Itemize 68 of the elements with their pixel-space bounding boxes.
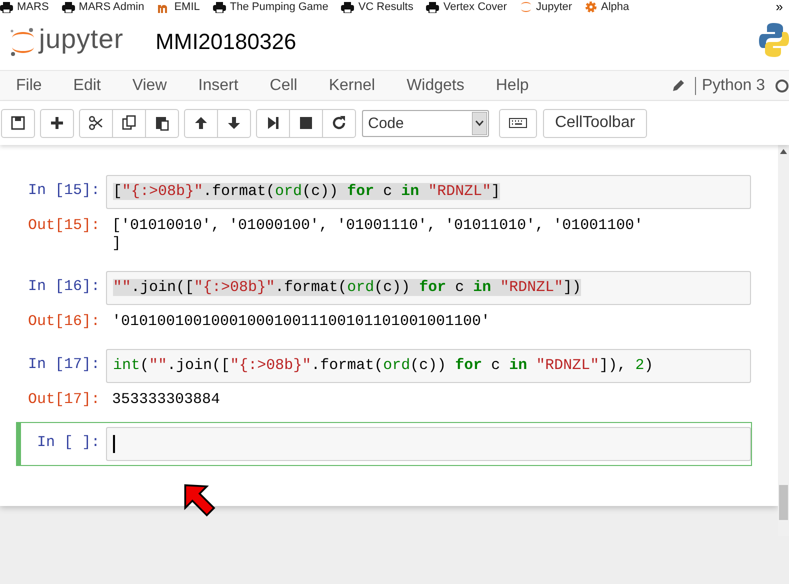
code-input[interactable]: ["{:>08b}".format(ord(c)) for c in "RDNZL"] bbox=[106, 175, 751, 209]
menu-item[interactable]: View bbox=[132, 76, 167, 94]
cell-output: '0101001001000100010011100101101001001100' bbox=[111, 313, 490, 331]
code-input[interactable] bbox=[106, 427, 751, 461]
arrow-down-button[interactable] bbox=[217, 108, 251, 138]
keyboard-button[interactable] bbox=[499, 108, 537, 138]
bookmark-link[interactable]: VC Results bbox=[341, 0, 414, 14]
menu-item[interactable]: Insert bbox=[198, 76, 238, 94]
menu-item[interactable]: Kernel bbox=[328, 76, 376, 94]
plus-icon bbox=[49, 115, 65, 131]
save-button[interactable] bbox=[1, 108, 35, 138]
cell-output: ['01010010', '01000100', '01001110', '01011010', '01001100' ] bbox=[111, 217, 644, 253]
bookmark-link[interactable]: Alpha bbox=[585, 0, 630, 14]
kernel-name: Python 3 bbox=[694, 76, 765, 94]
code-input[interactable]: int("".join(["{:>08b}".format(ord(c)) for c in "RDNZL"]), 2) bbox=[106, 349, 751, 383]
bookmark-link[interactable]: MARS bbox=[0, 0, 49, 14]
input-prompt: In [ ]: bbox=[36, 433, 101, 451]
menu-item[interactable]: Cell bbox=[270, 76, 298, 94]
scroll-up-arrow-icon[interactable] bbox=[780, 149, 787, 154]
arrow-up-button[interactable] bbox=[184, 108, 218, 138]
scissors-button[interactable] bbox=[79, 108, 113, 138]
bookmark-link[interactable]: The Pumping Game bbox=[212, 0, 328, 14]
refresh-button[interactable] bbox=[322, 108, 356, 138]
menu-item[interactable]: Widgets bbox=[406, 76, 464, 94]
copy-icon bbox=[121, 115, 137, 131]
celltoolbar-button[interactable]: CellToolbar bbox=[543, 108, 648, 138]
stop-icon bbox=[298, 115, 314, 131]
paste-button[interactable] bbox=[145, 108, 179, 138]
output-prompt: Out[15]: bbox=[26, 217, 101, 234]
notebook-title[interactable]: MMI20180326 bbox=[156, 29, 296, 55]
paste-icon bbox=[154, 115, 170, 131]
selected-cell[interactable]: In [ ]: bbox=[16, 422, 752, 466]
caret-icon bbox=[472, 112, 487, 134]
code-input[interactable]: "".join(["{:>08b}".format(ord(c)) for c in "RDNZL"]) bbox=[106, 271, 751, 305]
python-logo-icon bbox=[759, 22, 789, 56]
cell-output: 353333303884 bbox=[111, 391, 220, 409]
bookmark-link[interactable]: EMIL bbox=[157, 0, 200, 14]
input-prompt: In [17]: bbox=[26, 355, 101, 373]
bookmark-link[interactable]: Vertex Cover bbox=[426, 0, 507, 14]
menu-item[interactable]: Help bbox=[496, 76, 529, 94]
scissors-icon bbox=[88, 115, 104, 131]
more-bookmarks-button[interactable]: » bbox=[776, 0, 783, 14]
pencil-icon[interactable] bbox=[670, 78, 685, 92]
refresh-icon bbox=[331, 115, 347, 131]
copy-button[interactable] bbox=[112, 108, 146, 138]
input-prompt: In [15]: bbox=[26, 181, 101, 199]
cell-type-dropdown[interactable]: Code bbox=[362, 110, 489, 136]
jupyter-logo-icon bbox=[520, 1, 532, 13]
menu-item[interactable]: Edit bbox=[73, 76, 101, 94]
input-prompt: In [16]: bbox=[26, 277, 101, 295]
output-prompt: Out[16]: bbox=[26, 313, 101, 330]
bookmark-link[interactable]: Jupyter bbox=[520, 0, 572, 14]
save-icon bbox=[10, 115, 26, 131]
jupyter-logo-text: jupyter bbox=[39, 24, 124, 54]
plus-button[interactable] bbox=[40, 108, 74, 138]
arrow-down-icon bbox=[226, 115, 242, 131]
kernel-status-icon bbox=[775, 78, 789, 92]
output-prompt: Out[17]: bbox=[26, 391, 101, 408]
step-forward-button[interactable] bbox=[256, 108, 290, 138]
text-cursor bbox=[113, 435, 114, 453]
menu-item[interactable]: File bbox=[16, 76, 42, 94]
scrollbar-thumb[interactable] bbox=[779, 485, 788, 520]
arrow-up-icon bbox=[193, 115, 209, 131]
keyboard-icon bbox=[509, 118, 527, 128]
stop-button[interactable] bbox=[289, 108, 323, 138]
step-forward-icon bbox=[265, 115, 281, 131]
bookmark-link[interactable]: MARS Admin bbox=[62, 0, 144, 14]
mouse-pointer-icon bbox=[183, 483, 217, 517]
